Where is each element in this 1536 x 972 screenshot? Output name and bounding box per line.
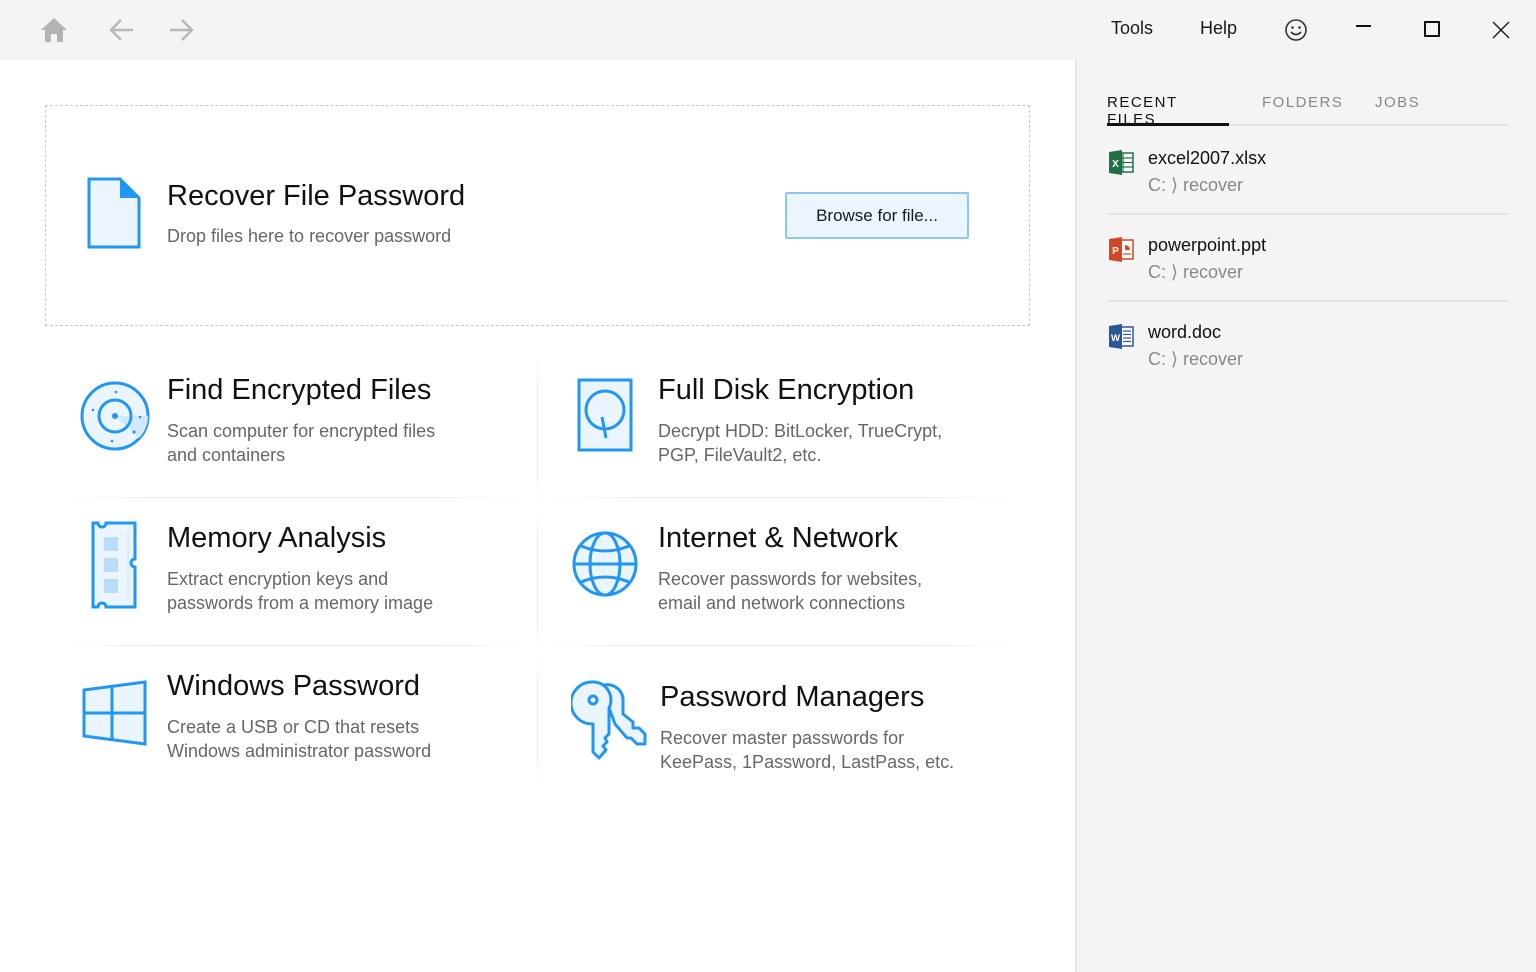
file-path: C: ⟩ recover [1148, 262, 1244, 282]
card-windows-password[interactable]: Windows Password Create a USB or CD that… [78, 666, 548, 806]
close-button[interactable] [1481, 12, 1521, 48]
arrow-right-icon [170, 19, 194, 41]
excel-file-icon: X [1109, 150, 1134, 180]
file-name: word.doc [1148, 322, 1222, 342]
title-bar: Tools Help [0, 0, 1536, 60]
card-description: Scan computer for encrypted files and con… [167, 421, 436, 465]
file-name: powerpoint.ppt [1148, 235, 1267, 255]
card-description: Decrypt HDD: BitLocker, TrueCrypt, PGP, F… [658, 421, 943, 465]
tab-recent-files[interactable]: RECENT FILES [1107, 94, 1229, 128]
minimize-icon [1356, 25, 1371, 27]
card-title: Password Managers [660, 681, 925, 713]
keys-icon [569, 678, 647, 765]
svg-text:P: P [1112, 246, 1119, 257]
main-panel: Recover File Password Drop files here to… [0, 60, 1075, 972]
tab-jobs[interactable]: JOBS [1375, 94, 1420, 126]
file-path: C: ⟩ recover [1148, 175, 1244, 195]
file-icon [86, 176, 142, 255]
forward-button[interactable] [163, 12, 199, 48]
card-title: Windows Password [167, 670, 421, 702]
card-description: Recover passwords for websites, email and… [658, 569, 923, 613]
card-memory-analysis[interactable]: Memory Analysis Extract encryption keys … [78, 518, 548, 658]
card-full-disk-encryption[interactable]: Full Disk Encryption Decrypt HDD: BitLoc… [569, 370, 1039, 510]
drop-files-hint: Drop files here to recover password [167, 226, 452, 246]
menu-tools[interactable]: Tools [1111, 18, 1153, 39]
file-name: excel2007.xlsx [1148, 148, 1267, 168]
recent-file-item[interactable]: W word.doc C: ⟩ recover [1107, 314, 1509, 401]
file-drop-zone[interactable]: Recover File Password Drop files here to… [45, 105, 1030, 326]
maximize-button[interactable] [1412, 12, 1452, 48]
minimize-button[interactable] [1343, 12, 1383, 48]
svg-text:X: X [1112, 159, 1119, 170]
tab-folders[interactable]: FOLDERS [1262, 94, 1343, 126]
radar-icon [79, 380, 151, 457]
close-icon [1492, 21, 1510, 39]
card-description: Recover master passwords for KeePass, 1Pa… [660, 728, 955, 772]
feedback-button[interactable] [1276, 12, 1316, 48]
home-button[interactable] [36, 12, 72, 48]
card-title: Find Encrypted Files [167, 374, 432, 406]
arrow-left-icon [109, 19, 133, 41]
word-file-icon: W [1109, 324, 1134, 354]
back-button[interactable] [104, 12, 140, 48]
card-description: Extract encryption keys and passwords fro… [167, 569, 434, 613]
recover-file-password-title: Recover File Password [167, 180, 466, 212]
card-title: Memory Analysis [167, 522, 387, 554]
card-find-encrypted-files[interactable]: Find Encrypted Files Scan computer for e… [78, 370, 548, 510]
windows-logo-icon [82, 680, 148, 751]
browse-for-file-button[interactable]: Browse for file... [785, 192, 969, 239]
separator [1107, 300, 1509, 302]
powerpoint-file-icon: P [1109, 237, 1134, 267]
smiley-icon [1285, 19, 1307, 41]
memory-chip-icon [90, 521, 140, 614]
card-title: Full Disk Encryption [658, 374, 915, 406]
sidebar-tabs: RECENT FILES FOLDERS JOBS [1107, 94, 1509, 128]
card-title: Internet & Network [658, 522, 899, 554]
card-password-managers[interactable]: Password Managers Recover master passwor… [569, 677, 1039, 817]
home-icon [41, 18, 67, 42]
maximize-icon [1424, 21, 1440, 37]
file-path: C: ⟩ recover [1148, 349, 1244, 369]
card-description: Create a USB or CD that resets Windows ad… [167, 717, 432, 761]
menu-help[interactable]: Help [1200, 18, 1237, 39]
hard-disk-icon [577, 378, 633, 457]
separator [1107, 213, 1509, 215]
card-internet-network[interactable]: Internet & Network Recover passwords for… [569, 518, 1039, 658]
svg-text:W: W [1111, 333, 1120, 344]
sidebar: RECENT FILES FOLDERS JOBS X excel2007.xl… [1075, 60, 1536, 972]
globe-icon [571, 530, 639, 603]
